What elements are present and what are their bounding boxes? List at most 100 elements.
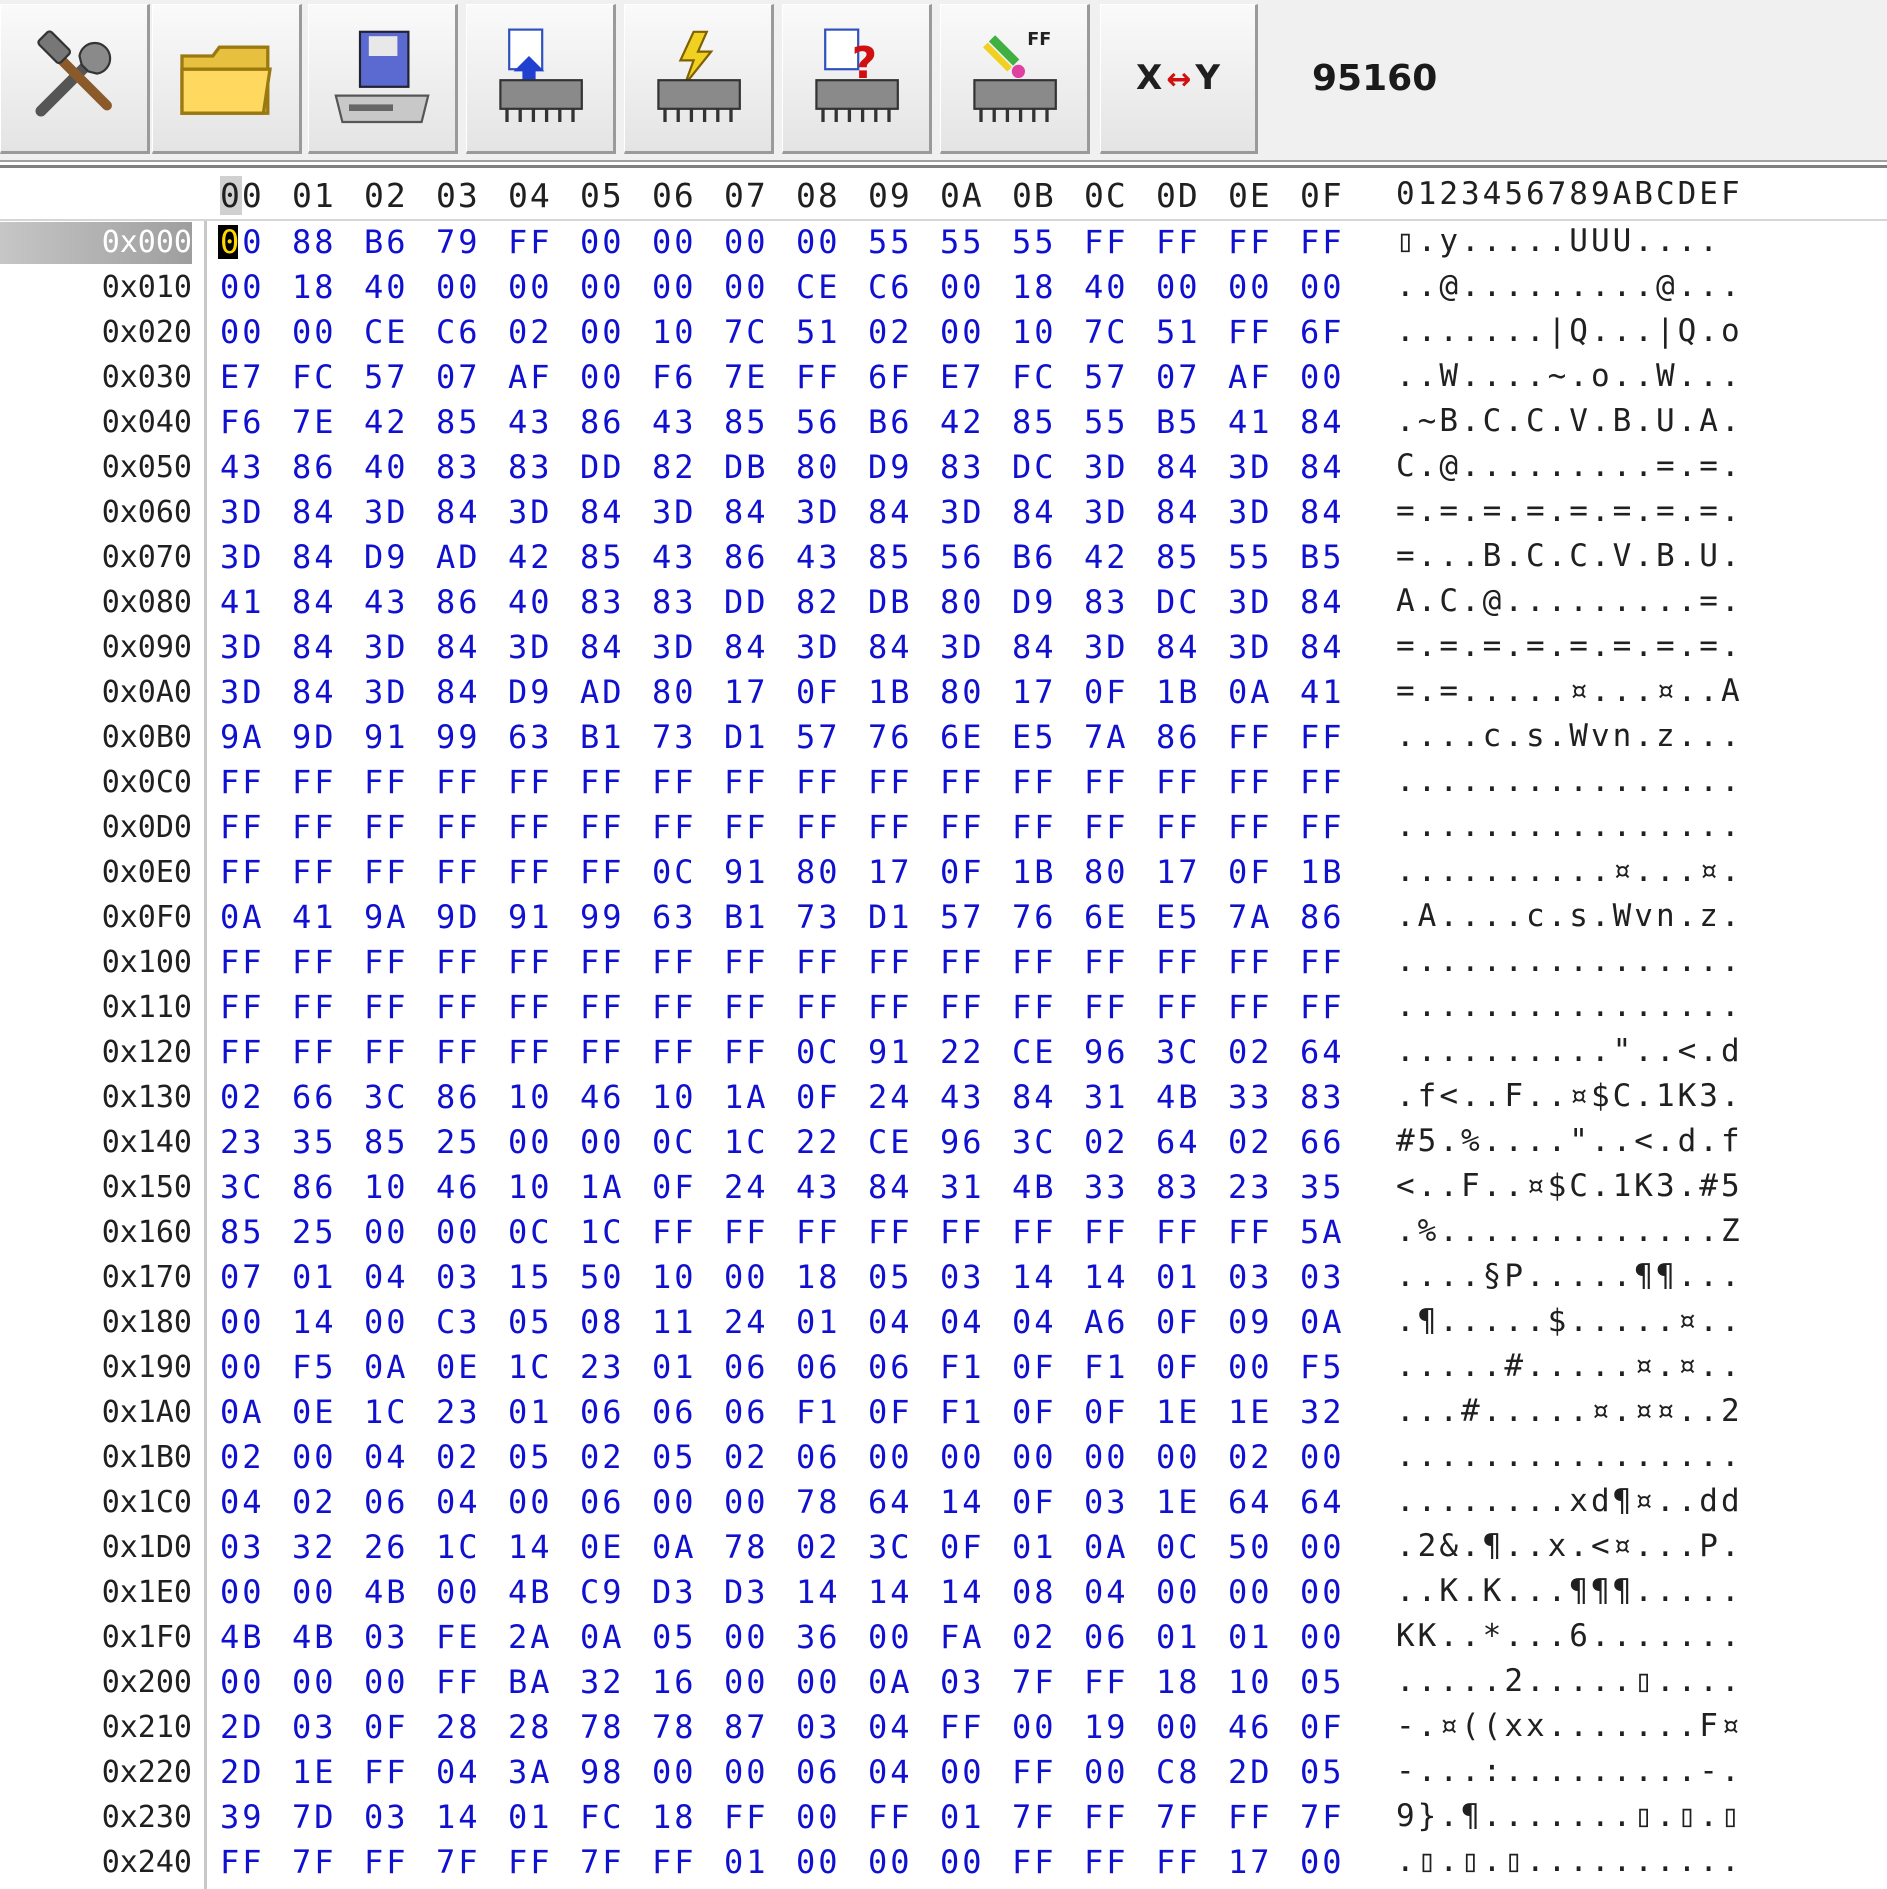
hex-byte-cell[interactable]: FF <box>868 808 913 846</box>
hex-byte-cell[interactable]: 46 <box>1228 1708 1273 1746</box>
hex-byte-cell[interactable]: 00 <box>724 1663 769 1701</box>
hex-byte-cell[interactable]: FF <box>652 1843 697 1881</box>
ascii-cell[interactable]: .A....c.s.Wvn.z. <box>1396 898 1743 934</box>
hex-byte-cell[interactable]: FF <box>508 808 553 846</box>
hex-byte-cell[interactable]: 57 <box>1084 358 1129 396</box>
hex-byte-cell[interactable]: 10 <box>652 313 697 351</box>
hex-byte-cell[interactable]: 18 <box>652 1798 697 1836</box>
hex-byte-cell[interactable]: 76 <box>868 718 913 756</box>
hex-byte-cell[interactable]: 10 <box>364 1168 409 1206</box>
hex-byte-cell[interactable]: 00 <box>436 268 481 306</box>
hex-byte-cell[interactable]: D9 <box>1012 583 1057 621</box>
hex-byte-cell[interactable]: 00 <box>1228 1573 1273 1611</box>
hex-byte-cell[interactable]: 51 <box>1156 313 1201 351</box>
hex-byte-cell[interactable]: 10 <box>1012 313 1057 351</box>
hex-byte-cell[interactable]: 0F <box>652 1168 697 1206</box>
hex-byte-cell[interactable]: FF <box>1012 808 1057 846</box>
hex-byte-cell[interactable]: 0F <box>1300 1708 1345 1746</box>
hex-byte-cell[interactable]: FF <box>1228 808 1273 846</box>
row-address[interactable]: 0x190 <box>0 1347 192 1389</box>
hex-byte-cell[interactable]: 1C <box>724 1123 769 1161</box>
hex-byte-cell[interactable]: DB <box>868 583 913 621</box>
hex-byte-cell[interactable]: 02 <box>1228 1123 1273 1161</box>
hex-byte-cell[interactable]: E7 <box>220 358 265 396</box>
hex-byte-cell[interactable]: 00 <box>364 1213 409 1251</box>
hex-byte-cell[interactable]: 3D <box>220 538 265 576</box>
hex-byte-cell[interactable]: 00 <box>292 1573 337 1611</box>
hex-byte-cell[interactable]: 00 <box>220 1573 265 1611</box>
hex-byte-cell[interactable]: 00 <box>292 1438 337 1476</box>
hex-byte-cell[interactable]: FF <box>1228 718 1273 756</box>
row-address[interactable]: 0x220 <box>0 1752 192 1794</box>
hex-byte-cell[interactable]: 80 <box>796 853 841 891</box>
hex-byte-cell[interactable]: 3D <box>940 493 985 531</box>
hex-byte-cell[interactable]: FF <box>868 988 913 1026</box>
hex-byte-cell[interactable]: 84 <box>436 673 481 711</box>
hex-byte-cell[interactable]: FF <box>580 943 625 981</box>
hex-byte-cell[interactable]: 0F <box>868 1393 913 1431</box>
row-address[interactable]: 0x080 <box>0 582 192 624</box>
hex-byte-cell[interactable]: 04 <box>868 1708 913 1746</box>
hex-byte-cell[interactable]: 18 <box>292 268 337 306</box>
hex-byte-cell[interactable]: FF <box>1156 808 1201 846</box>
hex-byte-cell[interactable]: FF <box>796 763 841 801</box>
hex-byte-cell[interactable]: 02 <box>220 1078 265 1116</box>
hex-byte-cell[interactable]: 00 <box>1300 1573 1345 1611</box>
hex-byte-cell[interactable]: 03 <box>292 1708 337 1746</box>
hex-byte-cell[interactable]: FF <box>1228 313 1273 351</box>
hex-byte-cell[interactable]: 22 <box>796 1123 841 1161</box>
hex-byte-cell[interactable]: FF <box>508 763 553 801</box>
hex-byte-cell[interactable]: FF <box>292 853 337 891</box>
hex-byte-cell[interactable]: DB <box>724 448 769 486</box>
hex-byte-cell[interactable]: 07 <box>1156 358 1201 396</box>
hex-byte-cell[interactable]: FA <box>940 1618 985 1656</box>
ascii-cell[interactable]: <..F..¤$C.1K3.#5 <box>1396 1168 1743 1204</box>
hex-byte-cell[interactable]: 35 <box>1300 1168 1345 1206</box>
hex-byte-cell[interactable]: FF <box>1228 1213 1273 1251</box>
hex-byte-cell[interactable]: F6 <box>652 358 697 396</box>
hex-byte-cell[interactable]: 42 <box>364 403 409 441</box>
hex-byte-cell[interactable]: FF <box>652 943 697 981</box>
hex-byte-cell[interactable]: 3D <box>1228 493 1273 531</box>
hex-byte-cell[interactable]: 84 <box>1300 448 1345 486</box>
hex-byte-cell[interactable]: 83 <box>436 448 481 486</box>
hex-byte-cell[interactable]: 00 <box>796 1663 841 1701</box>
hex-byte-cell[interactable]: 02 <box>1012 1618 1057 1656</box>
hex-byte-cell[interactable]: FF <box>1228 223 1273 261</box>
hex-byte-cell[interactable]: 84 <box>292 538 337 576</box>
hex-byte-cell[interactable]: 03 <box>364 1618 409 1656</box>
hex-byte-cell[interactable]: 02 <box>1084 1123 1129 1161</box>
hex-byte-cell[interactable]: 0A <box>580 1618 625 1656</box>
hex-byte-cell[interactable]: 0C <box>1156 1528 1201 1566</box>
hex-byte-cell[interactable]: 10 <box>652 1258 697 1296</box>
hex-byte-cell[interactable]: 02 <box>508 313 553 351</box>
hex-byte-cell[interactable]: FF <box>292 988 337 1026</box>
hex-byte-cell[interactable]: 06 <box>364 1483 409 1521</box>
hex-byte-cell[interactable]: 3D <box>652 628 697 666</box>
hex-byte-cell[interactable]: 85 <box>364 1123 409 1161</box>
row-address[interactable]: 0x0C0 <box>0 762 192 804</box>
hex-byte-cell[interactable]: 10 <box>508 1168 553 1206</box>
hex-byte-cell[interactable]: 00 <box>796 1798 841 1836</box>
row-address[interactable]: 0x1D0 <box>0 1527 192 1569</box>
hex-byte-cell[interactable]: 46 <box>436 1168 481 1206</box>
ascii-cell[interactable]: ................ <box>1396 763 1743 799</box>
hex-byte-cell[interactable]: 46 <box>580 1078 625 1116</box>
hex-byte-cell[interactable]: 32 <box>1300 1393 1345 1431</box>
hex-byte-cell[interactable]: CE <box>364 313 409 351</box>
hex-byte-cell[interactable]: FF <box>724 943 769 981</box>
hex-byte-cell[interactable]: FF <box>292 763 337 801</box>
hex-byte-cell[interactable]: 43 <box>796 1168 841 1206</box>
hex-byte-cell[interactable]: 06 <box>580 1393 625 1431</box>
hex-byte-cell[interactable]: 7E <box>724 358 769 396</box>
hex-byte-cell[interactable]: 84 <box>292 628 337 666</box>
hex-byte-cell[interactable]: 0F <box>1084 1393 1129 1431</box>
hex-byte-cell[interactable]: FF <box>1156 1213 1201 1251</box>
hex-byte-cell[interactable]: 55 <box>940 223 985 261</box>
hex-byte-cell[interactable]: 00 <box>220 313 265 351</box>
hex-byte-cell[interactable]: FF <box>724 763 769 801</box>
hex-byte-cell[interactable]: 00 <box>724 268 769 306</box>
hex-byte-cell[interactable]: 06 <box>796 1753 841 1791</box>
hex-byte-cell[interactable]: 01 <box>1156 1618 1201 1656</box>
hex-byte-cell[interactable]: 39 <box>220 1798 265 1836</box>
